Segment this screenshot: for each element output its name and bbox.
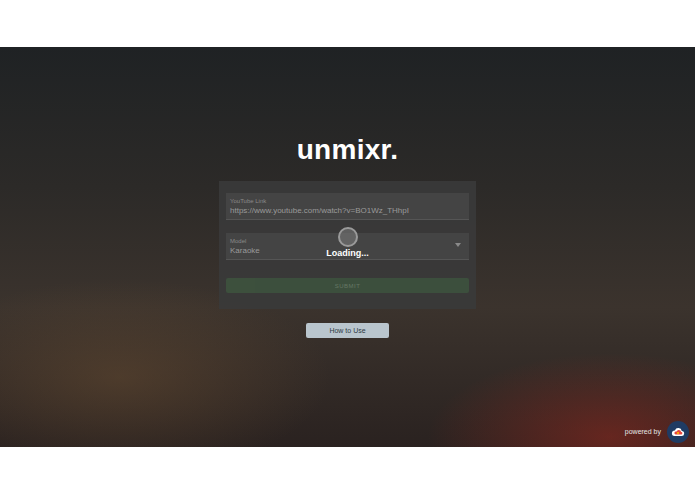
caret-icon[interactable] [455,243,461,247]
loading-label: Loading... [326,247,369,259]
loading-overlay: Loading... [219,227,476,259]
how-to-use-button[interactable]: How to Use [306,323,389,338]
background-photo: unmixr. YouTube Linkhttps://www.youtube.c… [0,47,695,447]
spinner-icon [338,227,358,247]
app-title: unmixr. [297,133,399,167]
field-label: Model [230,237,465,245]
field-value[interactable]: https://www.youtube.com/watch?v=BO1Wz_TH… [230,205,465,216]
cloud-logo-icon[interactable] [667,421,689,443]
submit-button[interactable]: SUBMIT [226,278,469,293]
powered-by-label: powered by [625,427,661,437]
powered-by: powered by [625,421,689,443]
model-select[interactable]: ModelKaraoke [226,233,469,260]
form-panel: YouTube Linkhttps://www.youtube.com/watc… [219,181,476,309]
top-band [0,0,695,47]
field-value[interactable]: Karaoke [230,245,465,256]
bottom-band [0,447,695,494]
link-field[interactable]: YouTube Linkhttps://www.youtube.com/watc… [226,193,469,220]
submit-label: SUBMIT [335,283,361,289]
field-label: YouTube Link [230,197,465,205]
